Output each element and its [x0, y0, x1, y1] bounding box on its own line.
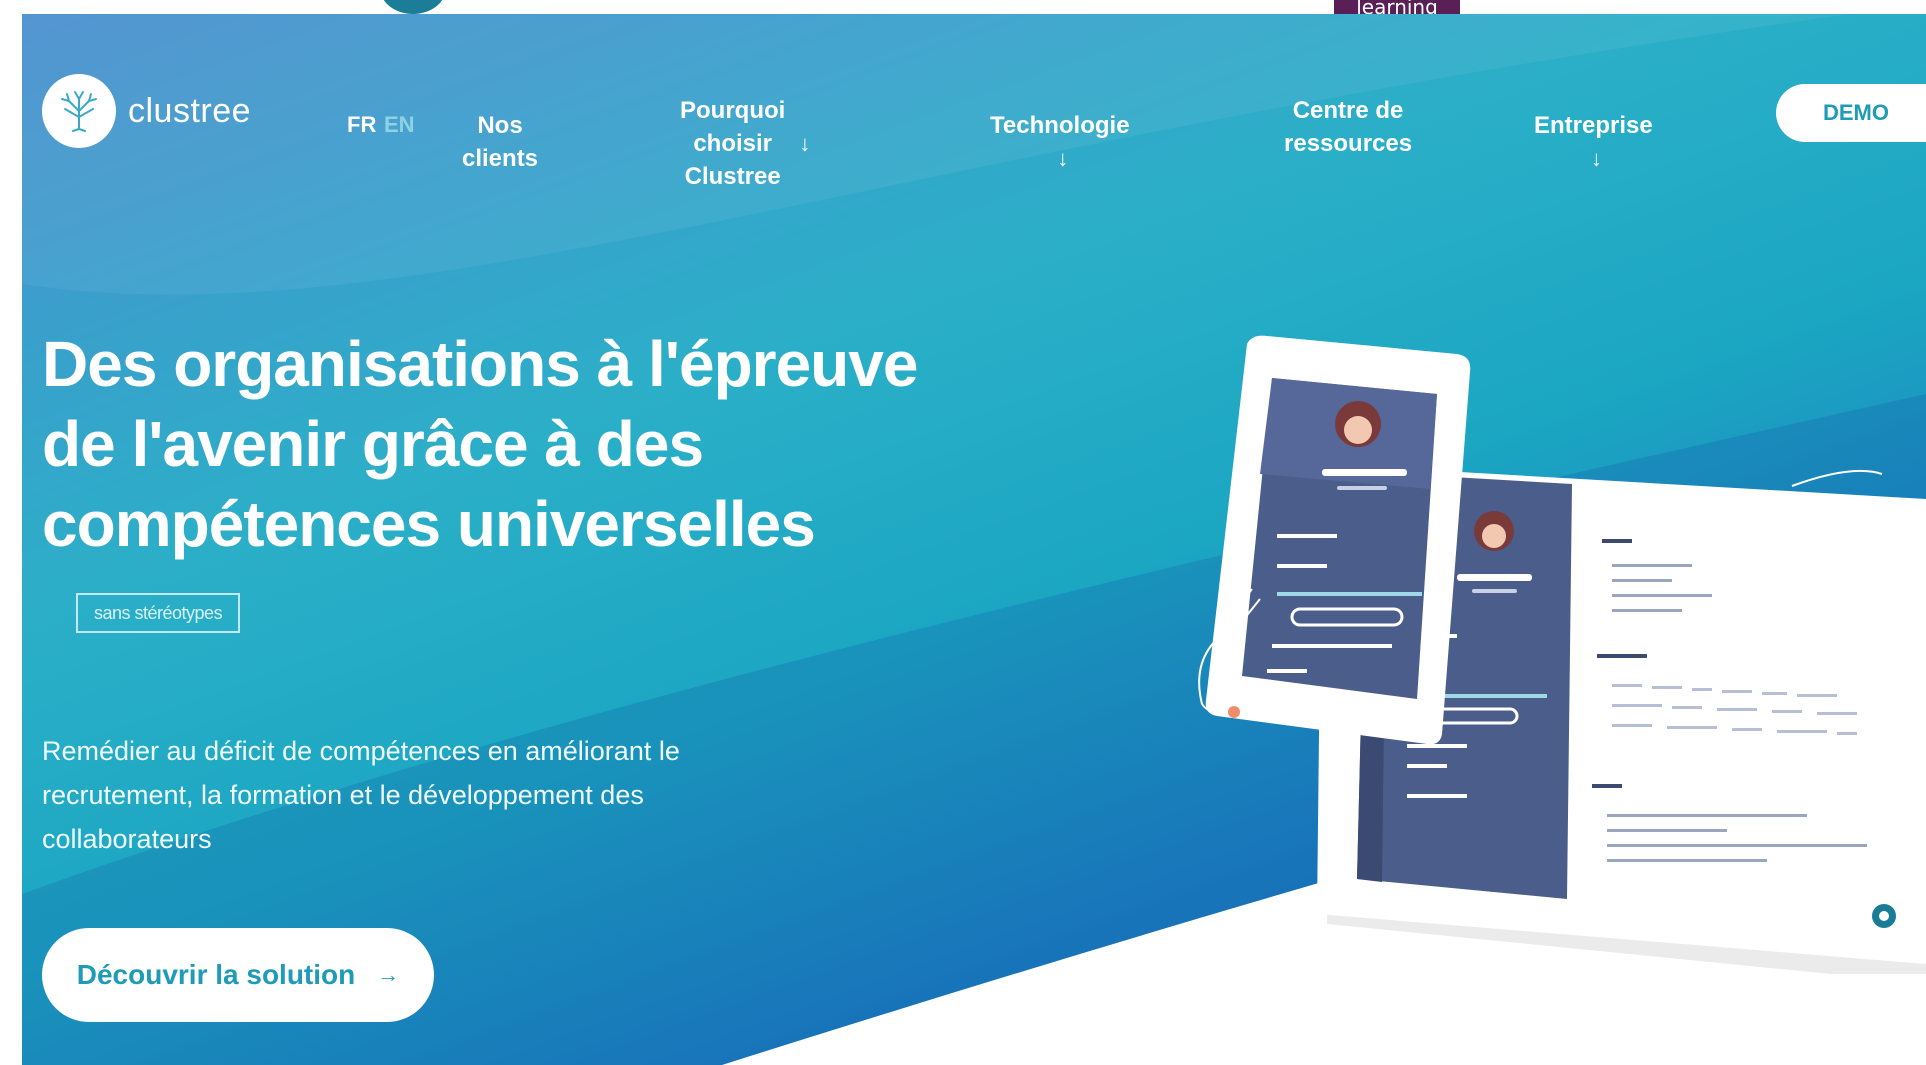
arrow-down-icon: ↓ [799, 131, 811, 156]
top-bubble-shape [380, 0, 446, 14]
nav-item-label: Technologie [990, 112, 1130, 139]
nav-item-clients[interactable]: Nos clients [462, 109, 538, 175]
nav-item-why-clustree[interactable]: Pourquoi choisir Clustree ↓ [680, 94, 810, 193]
hero-section: clustree FR EN Nos clients Pourquoi choi… [22, 14, 1926, 1065]
demo-button[interactable]: DEMO [1776, 84, 1926, 142]
nav-item-technologie[interactable]: Technologie ↓ [990, 109, 1130, 175]
discover-solution-button[interactable]: Découvrir la solution → [42, 928, 434, 1022]
nav-item-label-line2: Clustree [684, 163, 781, 190]
top-strip: learning [0, 0, 1926, 14]
arrow-down-icon: ↓ [1590, 146, 1602, 171]
headline-line: compétences universelles [42, 488, 816, 560]
subtext-line: Remédier au déficit de compétences en am… [42, 736, 680, 766]
learning-badge: learning [1334, 0, 1460, 14]
nav-item-resources[interactable]: Centre de ressources [1284, 94, 1412, 160]
lang-fr[interactable]: FR [347, 112, 376, 138]
tree-icon [42, 74, 116, 148]
left-strip [0, 0, 22, 1065]
device-mockup-illustration [1198, 335, 1926, 974]
lang-en[interactable]: EN [384, 112, 415, 138]
subtext-line: recrutement, la formation et le développ… [42, 780, 644, 810]
nav-item-label: Entreprise [1534, 112, 1653, 139]
hero-subtext: Remédier au déficit de compétences en am… [42, 729, 762, 861]
brand-name: clustree [128, 91, 252, 130]
nav-item-entreprise[interactable]: Entreprise ↓ [1534, 109, 1653, 175]
cta-label: Découvrir la solution [76, 959, 356, 990]
nav-item-label-line2: ressources [1284, 130, 1413, 157]
nav-item-label-line1: Pourquoi choisir [680, 97, 786, 157]
nav-item-label-line1: Centre de [1292, 97, 1404, 124]
headline-line: Des organisations à l'épreuve [42, 328, 918, 400]
hero-tag: sans stéréotypes [76, 593, 241, 633]
hero-headline: Des organisations à l'épreuve de l'aveni… [42, 324, 982, 564]
arrow-right-icon: → [377, 962, 400, 987]
brand-logo[interactable]: clustree [42, 74, 251, 148]
nav-item-label: Nos clients [462, 112, 539, 172]
subtext-line: collaborateurs [42, 824, 212, 854]
headline-line: de l'avenir grâce à des [42, 408, 704, 480]
arrow-down-icon: ↓ [1057, 146, 1069, 171]
